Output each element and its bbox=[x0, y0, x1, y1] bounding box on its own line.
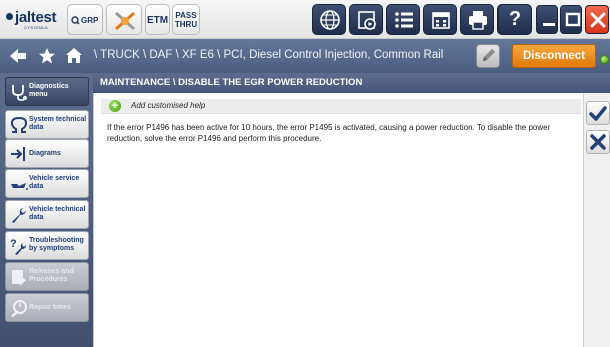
globe-button[interactable] bbox=[312, 4, 346, 35]
sidebar-item-label: Diagrams bbox=[29, 150, 61, 157]
sidebar-item-label: Troubleshooting by symptoms bbox=[29, 237, 84, 252]
procedures-icon bbox=[12, 270, 26, 285]
close-icon bbox=[590, 12, 606, 28]
sidebar-item-label: Repair times bbox=[29, 304, 72, 311]
sidebar-item-diagrams[interactable]: Diagrams bbox=[5, 139, 89, 168]
disconnect-button[interactable]: Disconnect bbox=[512, 44, 596, 68]
grp-button[interactable]: GRP bbox=[67, 4, 103, 35]
cancel-button[interactable] bbox=[586, 130, 610, 154]
calendar-button[interactable] bbox=[423, 4, 457, 35]
sidebar-item-troubleshooting[interactable]: ? Troubleshooting by symptoms bbox=[5, 231, 89, 260]
sidebar-item-label: System technical data bbox=[29, 116, 87, 131]
svg-text:?: ? bbox=[10, 238, 17, 250]
home-icon[interactable] bbox=[65, 47, 83, 65]
sidebar-item-releases-procedures: Releases and Procedures bbox=[5, 262, 89, 291]
etm-button[interactable]: ETM bbox=[145, 4, 170, 35]
pass-thru-button[interactable]: PASS THRU bbox=[172, 4, 200, 35]
add-icon: + bbox=[109, 100, 121, 112]
sidebar: Diagnostics menu System technical data D… bbox=[0, 73, 93, 347]
ohm-icon bbox=[10, 116, 28, 133]
media-button[interactable] bbox=[349, 4, 383, 35]
maximize-icon bbox=[565, 12, 581, 27]
etm-label: ETM bbox=[146, 15, 169, 26]
navigation-bar: \ TRUCK \ DAF \ XF E6 \ PCI, Diesel Cont… bbox=[0, 39, 610, 73]
sidebar-item-label: Vehicle service data bbox=[29, 175, 80, 190]
sidebar-item-vehicle-technical-data[interactable]: Vehicle technical data bbox=[5, 200, 89, 229]
back-arrow-icon[interactable] bbox=[8, 47, 28, 65]
add-customised-help-label: Add customised help bbox=[131, 101, 206, 110]
maximize-button[interactable] bbox=[560, 5, 582, 34]
confirm-button[interactable] bbox=[586, 101, 610, 125]
help-question-icon: ? bbox=[508, 8, 522, 30]
page-title: MAINTENANCE \ DISABLE THE EGR POWER REDU… bbox=[93, 73, 610, 93]
print-button[interactable] bbox=[460, 4, 494, 35]
help-button-overlay[interactable]: ? bbox=[498, 4, 532, 35]
sidebar-item-diagnostics-menu[interactable]: Diagnostics menu bbox=[5, 77, 89, 106]
stethoscope-icon bbox=[12, 85, 27, 101]
logo-text: jaltest bbox=[15, 9, 57, 26]
sidebar-item-repair-times: Repair times bbox=[5, 293, 89, 322]
minimize-icon bbox=[543, 23, 555, 26]
grp-label: GRP bbox=[81, 16, 99, 25]
jaltest-logo: jaltest CYSOINLA bbox=[6, 6, 66, 32]
media-icon bbox=[358, 11, 376, 30]
cancel-icon bbox=[590, 134, 606, 150]
add-customised-help-bar[interactable]: + Add customised help bbox=[101, 99, 581, 114]
diagram-icon bbox=[11, 147, 25, 161]
connection-status-indicator bbox=[600, 55, 609, 64]
minimize-button[interactable] bbox=[536, 5, 558, 34]
globe-icon bbox=[320, 10, 340, 30]
oil-can-icon bbox=[11, 183, 28, 190]
list-icon bbox=[395, 12, 413, 28]
procedure-description: If the error P1496 has been active for 1… bbox=[107, 123, 551, 143]
print-icon bbox=[469, 11, 487, 30]
wrench-icon bbox=[12, 208, 26, 223]
list-button[interactable] bbox=[386, 4, 420, 35]
repair-times-icon bbox=[11, 300, 27, 317]
pen-icon bbox=[483, 49, 495, 61]
calendar-icon bbox=[432, 12, 450, 29]
sidebar-item-label: Vehicle technical data bbox=[29, 206, 86, 221]
sidebar-item-vehicle-service-data[interactable]: Vehicle service data bbox=[5, 169, 89, 198]
close-button[interactable] bbox=[585, 5, 609, 34]
sidebar-item-label: Releases and Procedures bbox=[29, 268, 74, 283]
sidebar-item-system-technical-data[interactable]: System technical data bbox=[5, 110, 89, 139]
action-panel bbox=[583, 93, 610, 347]
confirm-icon bbox=[589, 106, 607, 121]
logo-subtext: CYSOINLA bbox=[24, 25, 49, 30]
diagnostic-tools-button[interactable] bbox=[106, 4, 142, 35]
diagnostic-tools-icon bbox=[115, 11, 135, 31]
pass-thru-label-2: THRU bbox=[174, 19, 198, 29]
breadcrumb: \ TRUCK \ DAF \ XF E6 \ PCI, Diesel Cont… bbox=[94, 49, 444, 61]
troubleshooting-icon: ? bbox=[10, 238, 26, 255]
sidebar-item-label: Diagnostics menu bbox=[29, 83, 69, 98]
pass-thru-label-1: PASS bbox=[175, 10, 197, 20]
favorites-star-icon[interactable] bbox=[38, 47, 56, 65]
edit-button[interactable] bbox=[476, 44, 500, 68]
